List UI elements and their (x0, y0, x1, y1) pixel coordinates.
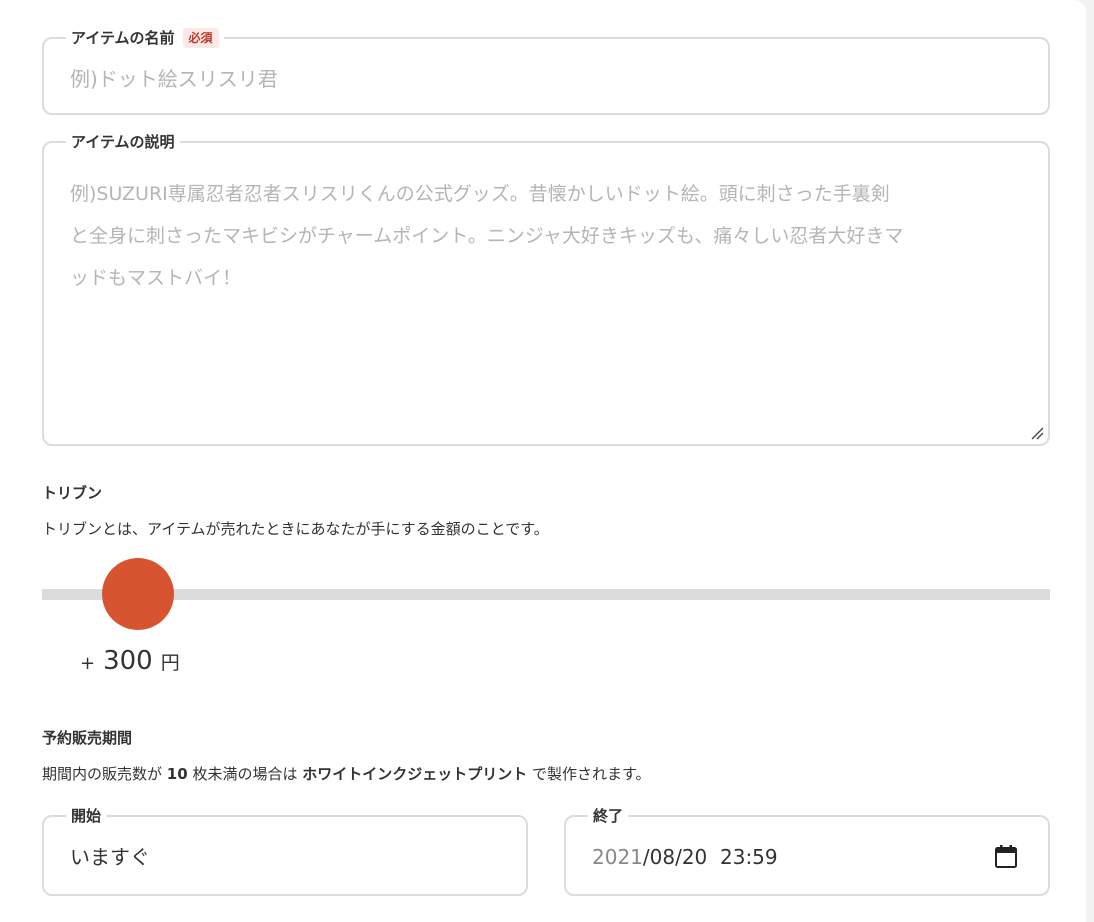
item-description-textarea[interactable]: 例)SUZURI専属忍者忍者スリスリくんの公式グッズ。昔懐かしいドット絵。頭に刺… (70, 173, 1028, 299)
triben-title: トリブン (42, 484, 103, 502)
start-legend: 開始 (66, 805, 107, 827)
item-description-field[interactable]: アイテムの説明 例)SUZURI専属忍者忍者スリスリくんの公式グッズ。昔懐かしい… (42, 131, 1050, 446)
presale-title: 予約販売期間 (42, 729, 133, 747)
end-legend: 終了 (588, 805, 629, 827)
required-badge: 必須 (182, 28, 219, 48)
item-name-legend: アイテムの名前 必須 (66, 27, 224, 49)
triben-description: トリブンとは、アイテムが売れたときにあなたが手にする金額のことです。 (42, 520, 549, 538)
presale-desc-suffix: で製作されます。 (532, 765, 651, 783)
price-plus: + (80, 653, 96, 674)
calendar-icon[interactable] (994, 843, 1018, 869)
start-field[interactable]: 開始 いますぐ (42, 805, 528, 896)
price-amount: 300 (103, 646, 153, 676)
triben-slider-track[interactable] (42, 589, 1050, 600)
start-select[interactable]: いますぐ (70, 843, 150, 871)
item-description-label: アイテムの説明 (71, 133, 175, 151)
triben-slider-thumb[interactable] (102, 558, 174, 630)
start-label: 開始 (71, 807, 102, 825)
item-name-input[interactable]: 例)ドット絵スリスリ君 (70, 65, 278, 93)
price-unit: 円 (160, 652, 180, 674)
end-date-year: 2021 (592, 845, 643, 869)
presale-desc-method: ホワイトインクジェットプリント (302, 765, 528, 783)
presale-desc-count: 10 (166, 765, 188, 783)
triben-price: + 300 円 (80, 646, 180, 676)
end-datetime-input[interactable]: 2021/08/20 23:59 (592, 843, 778, 871)
item-name-label: アイテムの名前 (71, 29, 175, 47)
end-label: 終了 (593, 807, 624, 825)
presale-desc-mid: 枚未満の場合は (192, 765, 298, 783)
item-name-field[interactable]: アイテムの名前 必須 例)ドット絵スリスリ君 (42, 27, 1050, 115)
end-date-rest: /08/20 23:59 (642, 845, 778, 869)
end-field[interactable]: 終了 2021/08/20 23:59 (564, 805, 1050, 896)
presale-desc-prefix: 期間内の販売数が (42, 765, 163, 783)
item-description-legend: アイテムの説明 (66, 131, 180, 153)
presale-description: 期間内の販売数が 10 枚未満の場合は ホワイトインクジェットプリント で製作さ… (42, 763, 651, 784)
form-card: アイテムの名前 必須 例)ドット絵スリスリ君 アイテムの説明 例)SUZURI専… (0, 0, 1086, 922)
resize-handle-icon[interactable] (1030, 426, 1044, 440)
